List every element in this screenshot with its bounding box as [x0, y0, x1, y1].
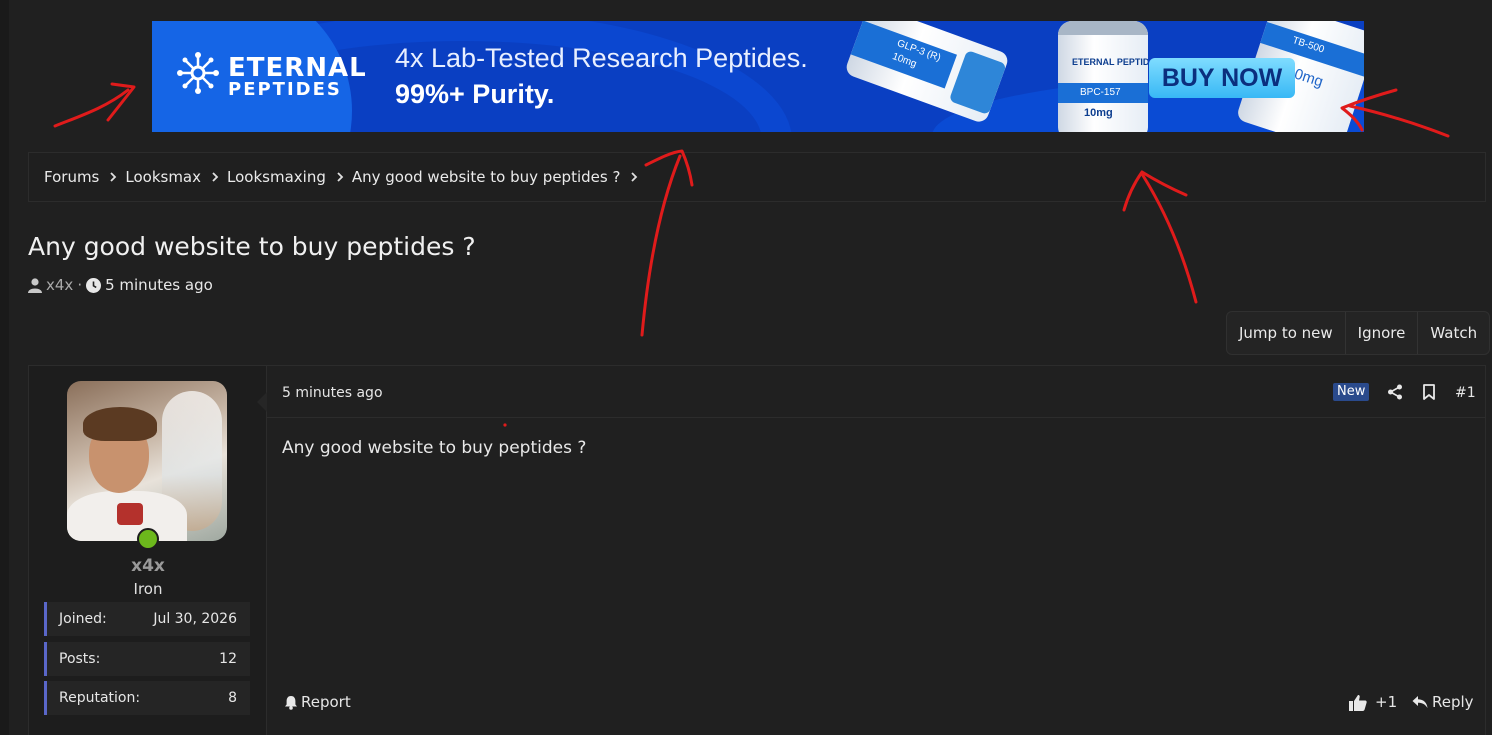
- vial-bpc-dose: 10mg: [1084, 107, 1113, 119]
- reply-arrow-icon: [1412, 696, 1428, 708]
- page: ETERNAL PEPTIDES 4x Lab-Tested Research …: [0, 0, 1492, 735]
- stat-joined: Joined: Jul 30, 2026: [44, 602, 250, 636]
- ad-banner[interactable]: ETERNAL PEPTIDES 4x Lab-Tested Research …: [152, 21, 1364, 132]
- chevron-right-icon: [212, 172, 219, 182]
- reply-button[interactable]: Reply: [1412, 693, 1474, 711]
- breadcrumb-thread[interactable]: Any good website to buy peptides ?: [352, 168, 621, 186]
- chevron-right-icon: [631, 172, 638, 182]
- post-user-column: x4x Iron Joined: Jul 30, 2026 Posts: 12 …: [29, 366, 267, 735]
- thread-author-link[interactable]: x4x: [46, 276, 73, 294]
- chevron-right-icon: [337, 172, 344, 182]
- username[interactable]: x4x: [29, 556, 267, 576]
- jump-to-new-button[interactable]: Jump to new: [1227, 312, 1345, 354]
- stat-label: Posts:: [59, 651, 101, 667]
- like-count: +1: [1375, 693, 1398, 711]
- thread-time: 5 minutes ago: [105, 276, 213, 294]
- left-edge: [0, 0, 9, 735]
- new-badge: New: [1333, 383, 1370, 401]
- ignore-button[interactable]: Ignore: [1344, 312, 1418, 354]
- post-number-link[interactable]: #1: [1455, 385, 1476, 401]
- report-button[interactable]: Report: [284, 693, 351, 711]
- thread-actions: Jump to new Ignore Watch: [1226, 311, 1491, 355]
- banner-headline: 4x Lab-Tested Research Peptides.: [395, 43, 808, 73]
- stat-label: Reputation:: [59, 690, 141, 706]
- molecule-logo-icon: [177, 52, 219, 94]
- chevron-right-icon: [110, 172, 117, 182]
- post-time[interactable]: 5 minutes ago: [282, 385, 383, 401]
- brand-subname: PEPTIDES: [228, 79, 342, 100]
- vial-bpc: ETERNAL PEPTIDES BPC-157 10mg: [1058, 21, 1148, 132]
- watch-button[interactable]: Watch: [1417, 312, 1489, 354]
- banner-subheadline: 99%+ Purity.: [395, 79, 555, 109]
- reply-label: Reply: [1432, 693, 1474, 711]
- thumbs-up-icon: [1349, 694, 1367, 711]
- post-arrow: [257, 392, 267, 412]
- breadcrumb-label: Forums: [44, 168, 100, 186]
- breadcrumb-looksmax[interactable]: Looksmax: [125, 168, 201, 186]
- vial-glp: GLP-3 (R) 10mg: [843, 21, 1011, 125]
- stat-posts: Posts: 12: [44, 642, 250, 676]
- online-status-indicator: [137, 528, 159, 550]
- page-title: Any good website to buy peptides ?: [28, 232, 476, 261]
- bookmark-icon[interactable]: [1421, 384, 1437, 400]
- breadcrumb-label: Looksmaxing: [227, 168, 326, 186]
- user-icon: [28, 277, 42, 293]
- breadcrumb-label: Looksmax: [125, 168, 202, 186]
- user-rank: Iron: [133, 580, 163, 598]
- post: x4x Iron Joined: Jul 30, 2026 Posts: 12 …: [28, 365, 1486, 735]
- post-header: 5 minutes ago New #1: [267, 366, 1485, 418]
- stat-value: Jul 30, 2026: [153, 611, 237, 627]
- meta-separator: ·: [77, 276, 83, 294]
- buy-now-button[interactable]: BUY NOW: [1149, 58, 1295, 98]
- clock-icon: [86, 277, 102, 293]
- breadcrumb-looksmaxing[interactable]: Looksmaxing: [227, 168, 326, 186]
- breadcrumb: Forums Looksmax Looksmaxing Any good web…: [28, 152, 1486, 202]
- share-icon[interactable]: [1387, 384, 1403, 400]
- stat-value: 8: [228, 690, 237, 706]
- bell-icon: [285, 695, 297, 710]
- breadcrumb-label: Any good website to buy peptides ?: [351, 168, 621, 186]
- vial-bpc-name: BPC-157: [1080, 87, 1121, 98]
- post-content: Any good website to buy peptides ?: [282, 438, 587, 458]
- stat-value: 12: [219, 651, 237, 667]
- like-button[interactable]: +1: [1349, 693, 1397, 711]
- avatar[interactable]: [67, 381, 227, 541]
- thread-meta: x4x · 5 minutes ago: [28, 276, 213, 294]
- breadcrumb-forums[interactable]: Forums: [44, 168, 99, 186]
- brand-name: ETERNAL: [228, 53, 367, 83]
- post-body: 5 minutes ago New #1 Any good website to…: [257, 366, 1485, 735]
- stat-label: Joined:: [59, 611, 107, 627]
- report-label: Report: [301, 693, 351, 711]
- stat-reputation: Reputation: 8: [44, 681, 250, 715]
